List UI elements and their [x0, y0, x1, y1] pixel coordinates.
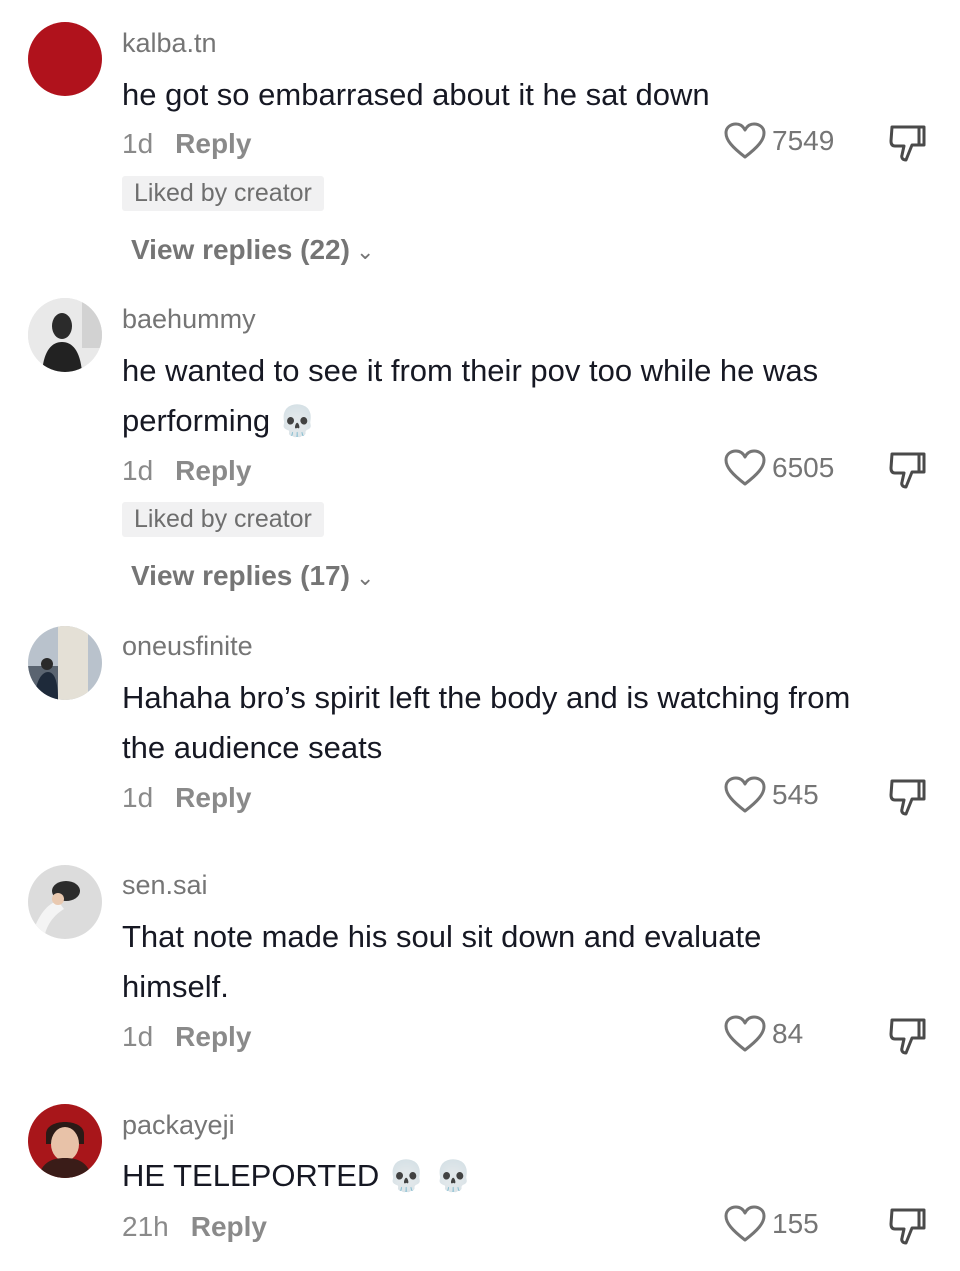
comment-meta: 1d Reply — [122, 455, 251, 487]
comment-text: Hahaha bro’s spirit left the body and is… — [122, 673, 937, 773]
comment-text: he got so embarrased about it he sat dow… — [122, 77, 710, 112]
avatar[interactable] — [28, 626, 102, 700]
comment-time: 1d — [122, 128, 154, 159]
heart-outline-icon — [724, 449, 766, 486]
avatar[interactable] — [28, 298, 102, 372]
avatar-image — [28, 626, 102, 700]
comment-time: 1d — [122, 1021, 154, 1052]
liked-by-creator-badge: Liked by creator — [122, 176, 324, 211]
avatar[interactable] — [28, 22, 102, 96]
thumbs-down-outline-icon — [889, 779, 926, 816]
avatar[interactable] — [28, 1104, 102, 1178]
like-count: 7549 — [772, 125, 835, 156]
view-replies-label: View replies (22) — [131, 234, 350, 265]
comment-username[interactable]: oneusfinite — [122, 631, 253, 662]
avatar-image — [28, 865, 102, 939]
comment-text-line: himself. — [122, 969, 229, 1004]
avatar-image — [28, 298, 102, 372]
skull-emoji: 💀 💀 — [387, 1159, 473, 1194]
chevron-down-icon: ⌄ — [355, 565, 375, 590]
reply-button[interactable]: Reply — [175, 128, 251, 159]
thumbs-down-outline-icon — [889, 1018, 926, 1055]
comment-text-line: performing 💀 — [122, 403, 317, 439]
dislike-button[interactable] — [886, 122, 928, 169]
reply-button[interactable]: Reply — [175, 455, 251, 486]
heart-outline-icon — [724, 1205, 766, 1242]
comment-meta: 21h Reply — [122, 1211, 267, 1243]
comment-username[interactable]: kalba.tn — [122, 28, 217, 59]
comment-text-line: HE TELEPORTED — [122, 1158, 380, 1193]
comment-text: HE TELEPORTED 💀 💀 — [122, 1151, 937, 1202]
reply-button[interactable]: Reply — [175, 782, 251, 813]
like-button[interactable]: 84 — [724, 1015, 803, 1053]
comment-username[interactable]: sen.sai — [122, 870, 208, 901]
skull-emoji: 💀 — [278, 404, 317, 439]
comment-time: 1d — [122, 782, 154, 813]
like-count: 84 — [772, 1018, 804, 1049]
thumbs-down-outline-icon — [889, 125, 926, 162]
comment-text-line: the audience seats — [122, 730, 383, 765]
like-count: 545 — [772, 779, 819, 810]
comment-meta: 1d Reply — [122, 782, 251, 814]
like-count: 155 — [772, 1208, 819, 1239]
comment-text: he wanted to see it from their pov too w… — [122, 346, 937, 447]
chevron-down-icon: ⌄ — [355, 239, 375, 264]
liked-by-creator-badge: Liked by creator — [122, 502, 324, 537]
dislike-button[interactable] — [886, 1205, 928, 1252]
comment-meta: 1d Reply — [122, 128, 251, 160]
reply-button[interactable]: Reply — [175, 1021, 251, 1052]
dislike-button[interactable] — [886, 776, 928, 823]
comment-time: 21h — [122, 1211, 169, 1242]
thumbs-down-outline-icon — [889, 452, 926, 489]
view-replies-button[interactable]: View replies (17) ⌄ — [131, 560, 374, 592]
heart-outline-icon — [724, 776, 766, 813]
reply-button[interactable]: Reply — [191, 1211, 267, 1242]
comment-username[interactable]: packayeji — [122, 1110, 235, 1141]
view-replies-label: View replies (17) — [131, 560, 350, 591]
comment-text-line: Hahaha bro’s spirit left the body and is… — [122, 680, 851, 715]
comment-username[interactable]: baehummy — [122, 304, 256, 335]
comment-text: That note made his soul sit down and eva… — [122, 912, 937, 1012]
like-button[interactable]: 7549 — [724, 122, 834, 160]
dislike-button[interactable] — [886, 1015, 928, 1062]
view-replies-button[interactable]: View replies (22) ⌄ — [131, 234, 374, 266]
comment-time: 1d — [122, 455, 154, 486]
like-button[interactable]: 155 — [724, 1205, 819, 1243]
comment-meta: 1d Reply — [122, 1021, 251, 1053]
avatar-image — [28, 1104, 102, 1178]
like-count: 6505 — [772, 452, 835, 483]
comment-text-line: he wanted to see it from their pov too w… — [122, 353, 819, 388]
thumbs-down-outline-icon — [889, 1208, 926, 1245]
avatar[interactable] — [28, 865, 102, 939]
comment-text-line: That note made his soul sit down and eva… — [122, 919, 762, 954]
like-button[interactable]: 545 — [724, 776, 819, 814]
dislike-button[interactable] — [886, 449, 928, 496]
heart-outline-icon — [724, 122, 766, 159]
heart-outline-icon — [724, 1015, 766, 1052]
like-button[interactable]: 6505 — [724, 449, 834, 487]
